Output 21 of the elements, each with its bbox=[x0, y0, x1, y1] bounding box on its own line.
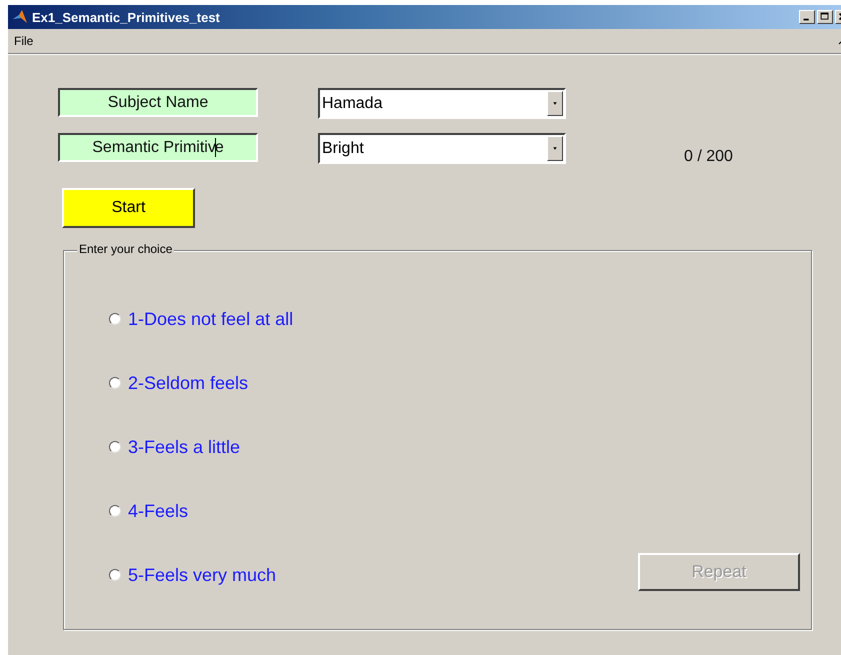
option-label[interactable]: 4-Feels bbox=[128, 500, 188, 522]
app-logo-icon bbox=[12, 9, 28, 25]
radio-button[interactable] bbox=[109, 441, 121, 453]
window-title: Ex1_Semantic_Primitives_test bbox=[32, 10, 221, 24]
menu-item[interactable]: File bbox=[14, 34, 838, 48]
dropdown[interactable]: Hamada bbox=[318, 88, 566, 119]
option-label[interactable]: 2-Seldom feels bbox=[128, 372, 248, 394]
radio-button[interactable] bbox=[109, 313, 121, 325]
option-label[interactable]: 3-Feels a little bbox=[128, 436, 240, 458]
option-label[interactable]: 5-Feels very much bbox=[128, 564, 276, 586]
radio-button[interactable] bbox=[109, 377, 121, 389]
panel-title: Enter your choice bbox=[77, 242, 174, 256]
static-label: Subject Name bbox=[58, 88, 258, 117]
start-button[interactable]: Start bbox=[62, 188, 195, 228]
dropdown[interactable]: Bright bbox=[318, 133, 566, 164]
trial-counter: 0 / 200 bbox=[684, 148, 734, 166]
minimize-icon[interactable] bbox=[799, 10, 815, 24]
maximize-icon[interactable] bbox=[817, 10, 833, 24]
option-label[interactable]: 1-Does not feel at all bbox=[128, 308, 294, 330]
radio-button[interactable] bbox=[109, 505, 121, 517]
radio-button[interactable] bbox=[109, 569, 121, 581]
